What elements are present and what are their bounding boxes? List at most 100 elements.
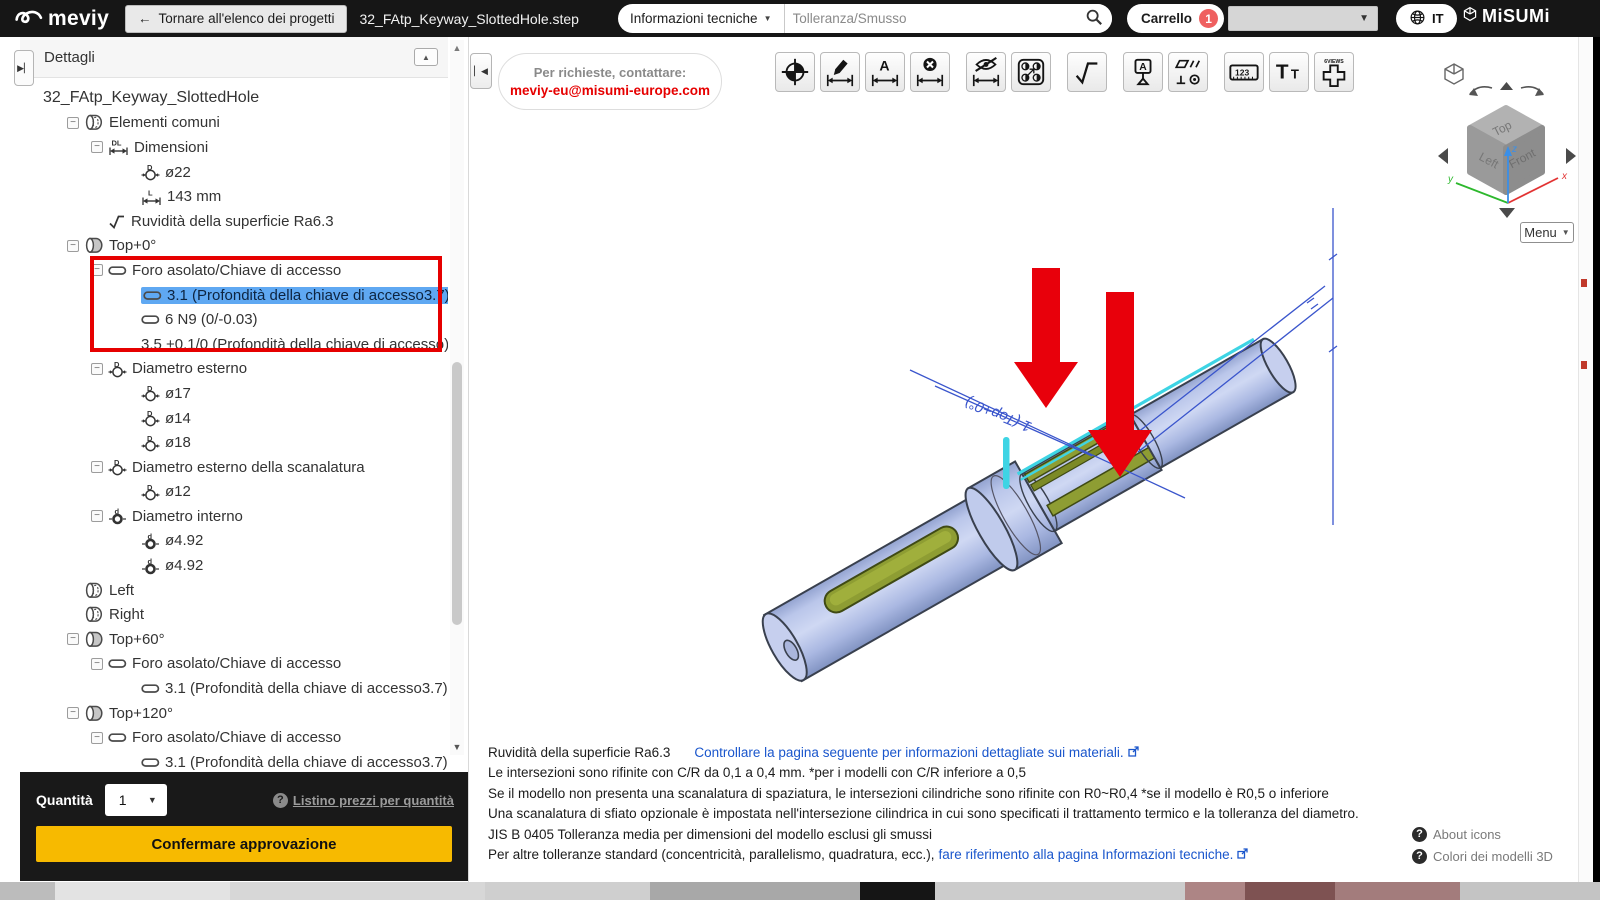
cylinder-dashed-icon: [84, 582, 104, 599]
tree-item[interactable]: Dø17: [20, 381, 448, 406]
text-dimension-button[interactable]: A: [865, 52, 905, 92]
tree-item-label: Diametro interno: [132, 507, 243, 525]
tree-item[interactable]: 3.5 +0.1/0 (Profondità della chiave di a…: [20, 332, 448, 357]
quantity-select[interactable]: 1 ▼: [104, 784, 167, 816]
datum-label-button[interactable]: A: [1123, 52, 1163, 92]
tree-item[interactable]: Left: [20, 578, 448, 603]
model-colors-link[interactable]: ? Colori dei modelli 3D: [1412, 845, 1553, 867]
hide-dimension-button[interactable]: [966, 52, 1006, 92]
tree-item[interactable]: − Elementi comuni: [20, 111, 448, 136]
help-icon: ?: [272, 792, 288, 808]
tree-item[interactable]: 32_FAtp_Keyway_SlottedHole: [20, 86, 448, 111]
surface-roughness-button[interactable]: [1067, 52, 1107, 92]
tilt-down-icon[interactable]: [1499, 208, 1515, 218]
scroll-down-icon[interactable]: ▼: [450, 742, 464, 752]
tree-item[interactable]: − Top+60°: [20, 627, 448, 652]
delete-dimension-button[interactable]: [910, 52, 950, 92]
tree-item[interactable]: L 143 mm: [20, 184, 448, 209]
six-views-button[interactable]: 6VIEWS: [1314, 52, 1354, 92]
tree-item[interactable]: − Top+120°: [20, 701, 448, 726]
tree-item[interactable]: 3.1 (Profondità della chiave di accesso3…: [20, 750, 448, 772]
rotate-right-icon[interactable]: [1520, 86, 1544, 96]
note-link[interactable]: fare riferimento alla pagina Informazion…: [938, 847, 1233, 862]
tree-expander[interactable]: −: [91, 141, 103, 154]
tree-item[interactable]: Dø12: [20, 480, 448, 505]
tree-expander[interactable]: −: [91, 362, 103, 375]
note-link[interactable]: Controllare la pagina seguente per infor…: [694, 745, 1123, 760]
tilt-up-icon[interactable]: [1500, 82, 1513, 90]
text-size-button[interactable]: TT: [1269, 52, 1309, 92]
tree-item-label: Foro asolato/Chiave di accesso: [132, 261, 342, 279]
ruler-123-button[interactable]: 123: [1224, 52, 1264, 92]
scroll-up-icon[interactable]: ▲: [450, 43, 464, 53]
tree-item[interactable]: − Foro asolato/Chiave di accesso: [20, 652, 448, 677]
contact-bubble: Per richieste, contattare: meviy-eu@misu…: [498, 53, 722, 110]
rotate-right-step-icon[interactable]: [1566, 148, 1576, 164]
tree-item[interactable]: − D Diametro esterno della scanalatura: [20, 455, 448, 480]
info-category-dropdown[interactable]: Informazioni tecniche ▼: [618, 4, 784, 33]
tree-item[interactable]: − Foro asolato/Chiave di accesso: [20, 725, 448, 750]
tree-item[interactable]: 3.1 (Profondità della chiave di accesso3…: [20, 676, 448, 701]
language-selector[interactable]: IT: [1396, 4, 1457, 33]
meviy-logo[interactable]: meviy: [14, 6, 109, 32]
cube-mode-icon[interactable]: [1444, 63, 1464, 85]
search-input[interactable]: [784, 11, 1076, 26]
tree-expander[interactable]: −: [91, 461, 103, 474]
tree-item[interactable]: Dø18: [20, 430, 448, 455]
search-button[interactable]: [1076, 4, 1112, 33]
tree-item[interactable]: − d Diametro interno: [20, 504, 448, 529]
tree-expander[interactable]: −: [67, 633, 79, 646]
tree-item[interactable]: − D Diametro esterno: [20, 357, 448, 382]
sidebar-scrollbar[interactable]: ▲ ▼: [450, 40, 464, 755]
note-text: Le intersezioni sono rifinite con C/R da…: [488, 765, 1027, 781]
tree-item[interactable]: Dø14: [20, 406, 448, 431]
collapse-panel-button[interactable]: ▲: [414, 48, 438, 66]
cart-button[interactable]: Carrello 1: [1127, 4, 1225, 33]
page-scrollbar[interactable]: [1578, 37, 1593, 882]
help-links: ? About icons ? Colori dei modelli 3D: [1412, 823, 1553, 867]
confirm-approval-button[interactable]: Confermare approvazione: [36, 826, 452, 862]
rotate-left-icon[interactable]: [1469, 86, 1493, 96]
tree-item[interactable]: − Foro asolato/Chiave di accesso: [20, 258, 448, 283]
tree-expander[interactable]: −: [91, 264, 103, 277]
tree-item[interactable]: 6 N9 (0/-0.03): [20, 307, 448, 332]
note-line: JIS B 0405 Tolleranza media per dimensio…: [488, 825, 1448, 845]
scrollbar-thumb[interactable]: [452, 362, 462, 625]
tree-item[interactable]: − DL Dimensioni: [20, 135, 448, 160]
view-cube[interactable]: Top Left Front: [1467, 105, 1545, 195]
panel-expand-handle[interactable]: ▶▏: [14, 50, 34, 86]
datum-label-icon: A: [1127, 56, 1159, 88]
view-cube-widget[interactable]: Top Left Front y x z: [1400, 48, 1585, 248]
tree-expander[interactable]: −: [67, 239, 79, 252]
geometric-tolerance-button[interactable]: [1168, 52, 1208, 92]
tree-item[interactable]: − Top+0°: [20, 234, 448, 259]
tree-item[interactable]: Dø22: [20, 160, 448, 185]
rotate-left-step-icon[interactable]: [1438, 148, 1448, 164]
tree-expander[interactable]: −: [91, 731, 103, 744]
tree-expander[interactable]: −: [67, 116, 79, 129]
project-dropdown[interactable]: ▼: [1228, 6, 1378, 31]
3d-viewport[interactable]: 1 (Top+0°): [480, 200, 1380, 700]
tree-item[interactable]: d ø4.92: [20, 553, 448, 578]
datum-grid-button[interactable]: [1011, 52, 1051, 92]
viewer-notes: Ruvidità della superficie Ra6.3 Controlla…: [488, 743, 1448, 865]
viewer-menu-button[interactable]: Menu ▼: [1520, 222, 1574, 243]
tree-item[interactable]: Right: [20, 602, 448, 627]
back-to-projects-button[interactable]: ← Tornare all'elenco dei progetti: [125, 4, 348, 33]
cylinder-dashed-icon: [84, 114, 104, 131]
tree-item[interactable]: d ø4.92: [20, 529, 448, 554]
about-icons-link[interactable]: ? About icons: [1412, 823, 1553, 845]
viewer-collapse-handle[interactable]: ▏◀: [470, 53, 492, 89]
tree-expander[interactable]: −: [67, 707, 79, 720]
datum-target-button[interactable]: [775, 52, 815, 92]
tree-expander[interactable]: −: [91, 510, 103, 523]
tree-expander[interactable]: −: [91, 657, 103, 670]
edit-dimension-button[interactable]: [820, 52, 860, 92]
tree-item[interactable]: 3.1 (Profondità della chiave di accesso3…: [20, 283, 448, 308]
price-list-link[interactable]: ? Listino prezzi per quantità: [272, 792, 454, 808]
tree-item[interactable]: Ruvidità della superficie Ra6.3: [20, 209, 448, 234]
tree-item-selected[interactable]: 3.1 (Profondità della chiave di accesso3…: [141, 286, 448, 304]
contact-email-link[interactable]: meviy-eu@misumi-europe.com: [510, 83, 710, 98]
tree-item-label: ø4.92: [165, 557, 204, 575]
edit-dimension-icon: [824, 56, 856, 88]
